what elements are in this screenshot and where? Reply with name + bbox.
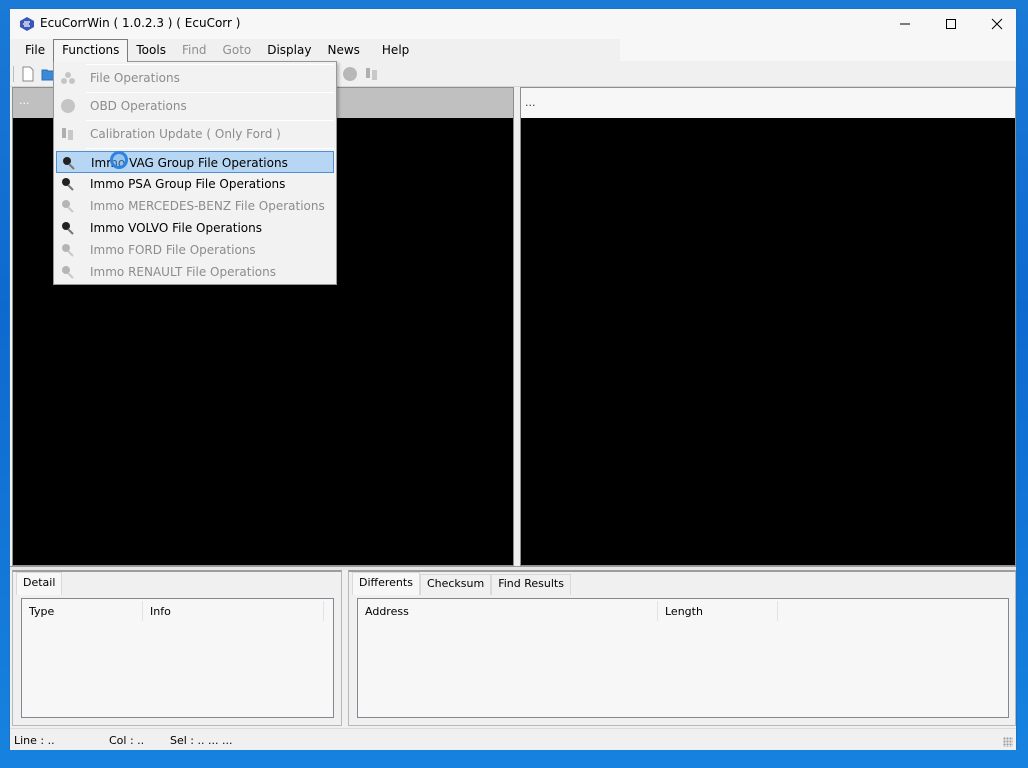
menu-item-label: Immo PSA Group File Operations <box>90 177 286 191</box>
window-title: EcuCorrWin ( 1.0.2.3 ) ( EcuCorr ) <box>40 16 241 30</box>
menu-separator <box>86 148 334 149</box>
app-logo-icon <box>20 17 34 31</box>
menu-file[interactable]: File <box>17 39 53 61</box>
menu-item-label: Immo FORD File Operations <box>90 243 256 257</box>
maximize-button[interactable] <box>928 9 974 39</box>
results-tabs: Differents Checksum Find Results <box>352 572 571 596</box>
column-info[interactable]: Info <box>143 601 324 621</box>
right-pane-header: ... <box>521 88 1015 118</box>
title-bar: EcuCorrWin ( 1.0.2.3 ) ( EcuCorr ) <box>10 9 1016 39</box>
detail-list-header: Type Info <box>22 599 333 623</box>
menu-display[interactable]: Display <box>259 39 319 61</box>
maximize-icon <box>946 19 956 29</box>
close-button[interactable] <box>974 9 1020 39</box>
new-file-icon[interactable] <box>20 66 36 82</box>
menu-item-immo-ford[interactable]: Immo FORD File Operations <box>56 239 334 261</box>
menu-item-immo-mercedes[interactable]: Immo MERCEDES-BENZ File Operations <box>56 195 334 217</box>
menu-item-label: File Operations <box>90 71 180 85</box>
column-length[interactable]: Length <box>658 601 778 621</box>
file-operations-icon <box>61 72 75 84</box>
detail-tabs: Detail <box>16 572 63 596</box>
menu-tools[interactable]: Tools <box>128 39 174 61</box>
status-bar: Line : .. Col : .. Sel : .. ... ... <box>10 728 1016 750</box>
resize-grip[interactable] <box>1003 737 1013 747</box>
column-address[interactable]: Address <box>358 601 658 621</box>
immo-key-icon <box>62 266 74 279</box>
calibration-icon <box>62 128 73 140</box>
menu-item-label: OBD Operations <box>90 99 187 113</box>
menu-item-label: Immo VOLVO File Operations <box>90 221 263 235</box>
menu-functions[interactable]: Functions <box>53 38 129 62</box>
calibration-icon[interactable] <box>364 66 380 82</box>
menu-bar: File Functions Tools Find Goto Display N… <box>10 38 620 62</box>
immo-key-icon <box>62 222 74 235</box>
menu-item-immo-renault[interactable]: Immo RENAULT File Operations <box>56 261 334 283</box>
differents-list-header: Address Length <box>358 599 1008 623</box>
functions-dropdown-menu: File Operations OBD Operations Calibrati… <box>53 61 337 285</box>
menu-item-immo-vag[interactable]: Immo VAG Group File Operations <box>56 151 334 173</box>
immo-key-icon <box>63 157 75 170</box>
tab-checksum[interactable]: Checksum <box>419 574 492 595</box>
menu-find[interactable]: Find <box>174 39 215 61</box>
menu-item-immo-volvo[interactable]: Immo VOLVO File Operations <box>56 217 334 239</box>
menu-help[interactable]: Help <box>374 39 417 61</box>
status-col: Col : .. <box>109 734 145 747</box>
right-hex-pane[interactable]: ... <box>520 87 1016 566</box>
menu-item-obd-operations[interactable]: OBD Operations <box>56 95 334 117</box>
obd-icon[interactable] <box>342 66 358 82</box>
menu-item-immo-psa[interactable]: Immo PSA Group File Operations <box>56 173 334 195</box>
differents-list[interactable]: Address Length <box>357 598 1009 718</box>
menu-separator <box>86 64 334 65</box>
menu-bar-filler <box>620 39 1016 61</box>
menu-item-label: Immo RENAULT File Operations <box>90 265 277 279</box>
menu-item-label: Immo MERCEDES-BENZ File Operations <box>90 199 325 213</box>
detail-panel: Detail Type Info <box>12 570 342 726</box>
menu-separator <box>86 92 334 93</box>
close-icon <box>991 18 1003 30</box>
tab-find-results[interactable]: Find Results <box>491 574 571 595</box>
immo-key-icon <box>62 244 74 257</box>
obd-icon <box>61 99 75 113</box>
toolbar-grip[interactable] <box>13 66 14 82</box>
menu-item-label: Calibration Update ( Only Ford ) <box>90 127 281 141</box>
menu-news[interactable]: News <box>319 39 367 61</box>
minimize-icon <box>900 23 910 25</box>
menu-item-calibration-update[interactable]: Calibration Update ( Only Ford ) <box>56 123 334 145</box>
menu-item-file-operations[interactable]: File Operations <box>56 67 334 89</box>
status-sel: Sel : .. ... ... <box>170 734 233 747</box>
minimize-button[interactable] <box>882 9 928 39</box>
results-panel: Differents Checksum Find Results Address… <box>348 570 1016 726</box>
column-type[interactable]: Type <box>22 601 143 621</box>
tab-differents[interactable]: Differents <box>352 572 420 595</box>
mouse-cursor-indicator <box>110 151 128 169</box>
menu-goto[interactable]: Goto <box>215 39 260 61</box>
status-line: Line : .. <box>14 734 55 747</box>
detail-list[interactable]: Type Info <box>21 598 334 718</box>
menu-separator <box>86 120 334 121</box>
tab-detail[interactable]: Detail <box>16 572 63 595</box>
immo-key-icon <box>62 200 74 213</box>
immo-key-icon <box>62 178 74 191</box>
